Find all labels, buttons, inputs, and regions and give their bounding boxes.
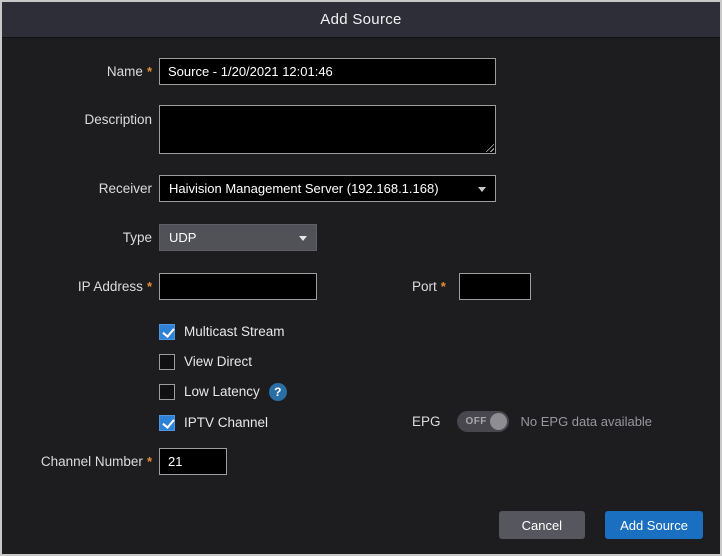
low-latency-label: Low Latency <box>184 384 260 399</box>
iptv-channel-checkbox-row[interactable]: IPTV Channel <box>159 415 268 431</box>
epg-cluster: EPG OFF No EPG data available <box>412 411 652 432</box>
toggle-state-label: OFF <box>466 416 487 427</box>
port-input[interactable] <box>459 273 531 300</box>
ip-label-cell: IP Address * <box>2 279 152 294</box>
iptv-channel-label: IPTV Channel <box>184 415 268 430</box>
dialog-title: Add Source <box>320 11 401 28</box>
toggle-knob <box>490 413 507 430</box>
view-direct-label: View Direct <box>184 354 252 369</box>
type-field-row: Type UDP <box>2 224 720 251</box>
low-latency-row: Low Latency ? <box>2 382 720 401</box>
epg-toggle[interactable]: OFF <box>457 411 509 432</box>
required-asterisk: * <box>147 280 152 293</box>
add-source-button[interactable]: Add Source <box>605 511 703 539</box>
receiver-select-value: Haivision Management Server (192.168.1.1… <box>160 181 461 196</box>
channel-number-field-row: Channel Number * <box>2 448 720 475</box>
required-asterisk: * <box>441 280 446 293</box>
channel-number-label: Channel Number <box>41 454 143 469</box>
multicast-row: Multicast Stream <box>2 322 720 341</box>
cancel-button[interactable]: Cancel <box>499 511 585 539</box>
port-field-cluster: Port * <box>412 273 531 300</box>
checkbox-icon[interactable] <box>159 415 175 431</box>
channel-number-label-cell: Channel Number * <box>2 454 152 469</box>
iptv-epg-row: IPTV Channel EPG OFF No EPG data availab… <box>2 413 720 432</box>
chevron-down-icon <box>299 236 307 241</box>
channel-number-input[interactable] <box>159 448 227 475</box>
description-label-cell: Description <box>2 105 152 127</box>
port-label: Port <box>412 279 437 294</box>
name-label: Name <box>107 64 143 79</box>
view-direct-checkbox-row[interactable]: View Direct <box>159 354 252 370</box>
ip-address-label: IP Address <box>78 279 143 294</box>
type-label: Type <box>123 230 152 245</box>
description-textarea[interactable] <box>159 105 496 154</box>
ip-port-field-row: IP Address * Port * <box>2 273 720 300</box>
receiver-field-row: Receiver Haivision Management Server (19… <box>2 175 720 202</box>
dialog-footer: Cancel Add Source <box>499 511 703 539</box>
checkbox-icon[interactable] <box>159 384 175 400</box>
name-field-row: Name * <box>2 58 720 85</box>
chevron-down-icon <box>478 187 486 192</box>
required-asterisk: * <box>147 65 152 78</box>
help-icon[interactable]: ? <box>269 383 287 401</box>
type-select[interactable]: UDP <box>159 224 317 251</box>
dialog-header: Add Source <box>2 2 720 38</box>
checkbox-icon[interactable] <box>159 354 175 370</box>
description-label: Description <box>84 112 152 127</box>
type-select-value: UDP <box>160 230 218 245</box>
type-label-cell: Type <box>2 230 152 245</box>
required-asterisk: * <box>147 455 152 468</box>
checkbox-icon[interactable] <box>159 324 175 340</box>
low-latency-checkbox-row[interactable]: Low Latency <box>159 384 260 400</box>
name-label-cell: Name * <box>2 64 152 79</box>
description-textarea-wrap <box>159 105 496 154</box>
receiver-label-cell: Receiver <box>2 181 152 196</box>
name-input[interactable] <box>159 58 496 85</box>
epg-label: EPG <box>412 414 441 429</box>
epg-status-message: No EPG data available <box>521 414 653 429</box>
receiver-label: Receiver <box>99 181 152 196</box>
view-direct-row: View Direct <box>2 352 720 371</box>
add-source-dialog: Add Source Name * Description Receiver H… <box>0 0 722 556</box>
description-field-row: Description <box>2 105 720 154</box>
multicast-stream-checkbox-row[interactable]: Multicast Stream <box>159 324 285 340</box>
ip-address-input[interactable] <box>159 273 317 300</box>
receiver-select[interactable]: Haivision Management Server (192.168.1.1… <box>159 175 496 202</box>
multicast-stream-label: Multicast Stream <box>184 324 285 339</box>
